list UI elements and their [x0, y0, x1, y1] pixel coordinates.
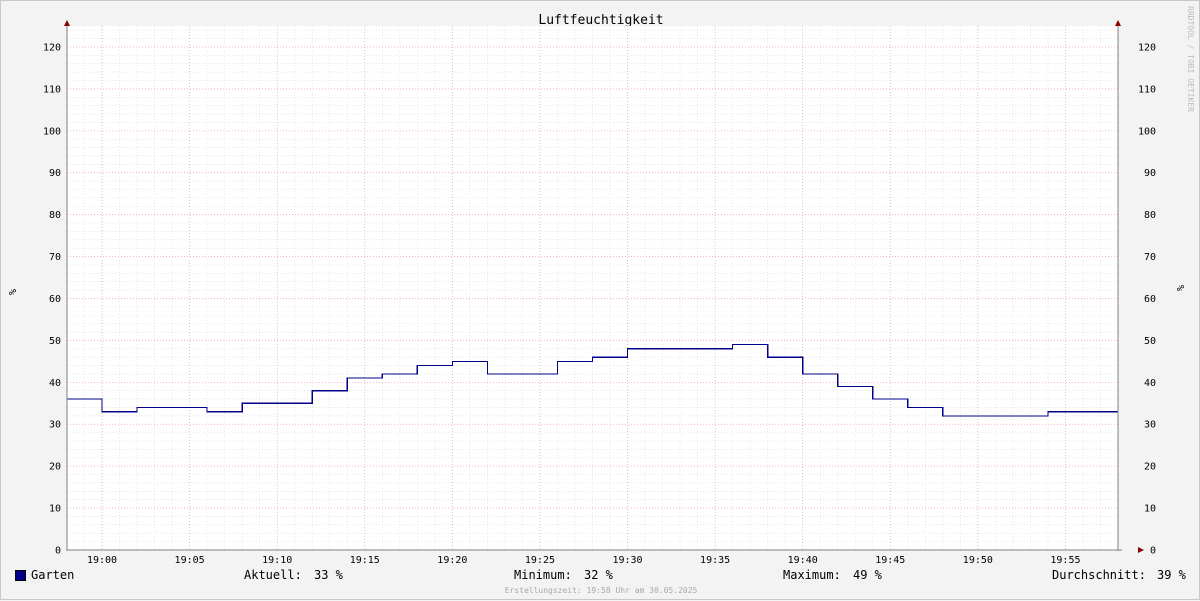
watermark-text: RRDTOOL / TOBI OETIKER [1186, 6, 1195, 112]
y-axis-arrow-left [64, 20, 70, 26]
y-tick-label-left: 60 [49, 294, 61, 305]
legend-aktuell-label: Aktuell: [244, 568, 302, 582]
y-tick-label-left: 80 [49, 210, 61, 221]
y-tick-label-left: 90 [49, 168, 61, 179]
y-tick-label-right: 120 [1138, 42, 1156, 53]
y-tick-label-left: 30 [49, 420, 61, 431]
y-axis-label-right: % [1174, 285, 1185, 291]
legend-minimum-label: Minimum: [514, 568, 572, 582]
legend-aktuell-value: 33 % [314, 568, 343, 582]
y-tick-label-right: 100 [1138, 126, 1156, 137]
y-axis-arrow-right [1115, 20, 1121, 26]
y-tick-label-right: 110 [1138, 84, 1156, 95]
chart-frame: Luftfeuchtigkeit RRDTOOL / TOBI OETIKER … [0, 0, 1200, 600]
y-tick-label-left: 40 [49, 378, 61, 389]
y-tick-label-left: 70 [49, 252, 61, 263]
y-tick-label-right: 70 [1144, 252, 1156, 263]
x-tick-label: 19:50 [963, 555, 993, 566]
x-tick-label: 19:15 [350, 555, 380, 566]
y-tick-label-left: 110 [43, 84, 61, 95]
y-tick-label-left: 120 [43, 42, 61, 53]
y-tick-label-right: 20 [1144, 462, 1156, 473]
legend-swatch-garten [15, 570, 26, 581]
x-tick-label: 19:00 [87, 555, 117, 566]
chart-title: Luftfeuchtigkeit [538, 13, 663, 28]
x-axis-arrow [1138, 547, 1144, 553]
y-tick-label-left: 0 [55, 546, 61, 557]
y-tick-label-right: 60 [1144, 294, 1156, 305]
x-tick-label: 19:45 [875, 555, 905, 566]
legend-durchschnitt-label: Durchschnitt: [1052, 568, 1146, 582]
legend-minimum-value: 32 % [584, 568, 613, 582]
x-tick-label: 19:10 [262, 555, 292, 566]
y-tick-label-left: 100 [43, 126, 61, 137]
x-tick-label: 19:20 [437, 555, 467, 566]
y-tick-label-right: 80 [1144, 210, 1156, 221]
x-tick-label: 19:30 [612, 555, 642, 566]
y-tick-label-right: 40 [1144, 378, 1156, 389]
y-tick-label-right: 50 [1144, 336, 1156, 347]
x-tick-label: 19:35 [700, 555, 730, 566]
legend-maximum-value: 49 % [853, 568, 882, 582]
y-axis-label-left: % [6, 289, 17, 295]
x-tick-label: 19:40 [788, 555, 818, 566]
x-tick-label: 19:55 [1050, 555, 1080, 566]
x-tick-label: 19:25 [525, 555, 555, 566]
x-tick-label: 19:05 [175, 555, 205, 566]
y-tick-label-left: 20 [49, 462, 61, 473]
legend-series-name: Garten [31, 568, 75, 582]
y-tick-label-left: 50 [49, 336, 61, 347]
y-tick-label-right: 90 [1144, 168, 1156, 179]
chart-svg: Luftfeuchtigkeit RRDTOOL / TOBI OETIKER … [6, 6, 1195, 566]
legend-maximum-label: Maximum: [783, 568, 841, 582]
y-tick-label-right: 30 [1144, 420, 1156, 431]
legend-row: Garten Aktuell: 33 % Minimum: 32 % Maxim… [1, 568, 1200, 584]
y-tick-label-right: 10 [1144, 504, 1156, 515]
y-tick-label-right: 0 [1150, 546, 1156, 557]
legend-durchschnitt-value: 39 % [1157, 568, 1186, 582]
footer-timestamp: Erstellungszeit: 19:58 Uhr am 30.05.2025 [504, 586, 698, 595]
y-tick-label-left: 10 [49, 504, 61, 515]
